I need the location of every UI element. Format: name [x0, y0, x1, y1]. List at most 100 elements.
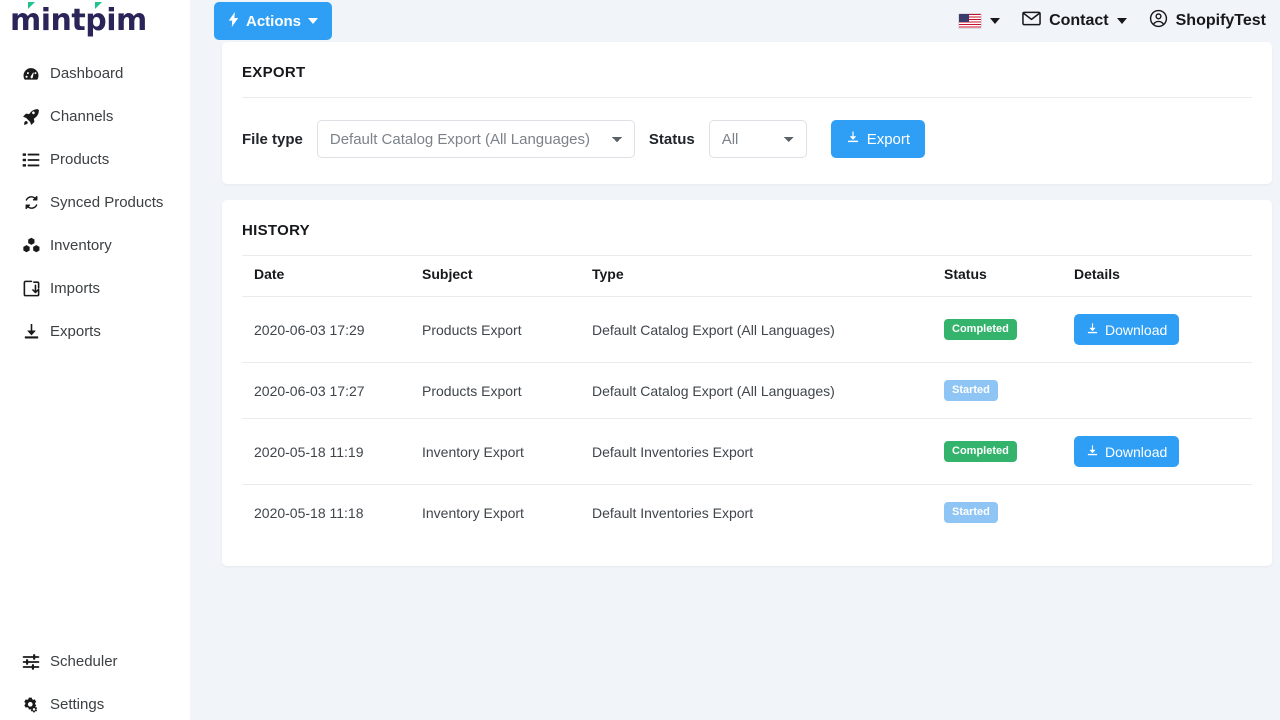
- download-button[interactable]: Download: [1074, 436, 1179, 467]
- user-circle-icon: [1149, 9, 1168, 33]
- sidebar-item-label: Settings: [50, 696, 104, 713]
- sidebar-nav: Dashboard Channels: [0, 52, 190, 353]
- download-button-label: Download: [1105, 444, 1167, 460]
- column-header-status: Status: [944, 256, 1074, 297]
- cell-details: Download: [1074, 419, 1252, 485]
- download-button-label: Download: [1105, 322, 1167, 338]
- sidebar-item-channels[interactable]: Channels: [0, 95, 190, 138]
- file-type-select[interactable]: Default Catalog Export (All Languages)De…: [317, 120, 635, 158]
- table-row: 2020-05-18 11:19Inventory ExportDefault …: [242, 419, 1252, 485]
- status-badge: Completed: [944, 319, 1017, 340]
- history-table-head: Date Subject Type Status Details: [242, 256, 1252, 297]
- cell-subject: Inventory Export: [422, 485, 592, 541]
- chevron-down-icon: [1117, 18, 1127, 24]
- column-header-details: Details: [1074, 256, 1252, 297]
- status-badge: Started: [944, 502, 998, 523]
- cell-subject: Products Export: [422, 363, 592, 419]
- export-card-title: EXPORT: [222, 42, 1272, 97]
- content-area: EXPORT File type Default Catalog Export …: [190, 42, 1280, 566]
- cell-date: 2020-06-03 17:27: [242, 363, 422, 419]
- language-selector[interactable]: [958, 13, 1000, 29]
- rocket-icon: [18, 107, 44, 127]
- cell-subject: Products Export: [422, 297, 592, 363]
- cell-details: [1074, 485, 1252, 541]
- cell-date: 2020-06-03 17:29: [242, 297, 422, 363]
- status-select[interactable]: AllCompletedStarted: [709, 120, 807, 158]
- history-card: HISTORY Date Subject Type Status Details: [222, 200, 1272, 566]
- sidebar-item-inventory[interactable]: Inventory: [0, 224, 190, 267]
- envelope-icon: [1022, 11, 1041, 31]
- export-form: File type Default Catalog Export (All La…: [222, 98, 1272, 184]
- download-icon: [18, 322, 44, 341]
- sidebar-item-label: Dashboard: [50, 65, 123, 82]
- brand-logo-text: mintpim: [10, 6, 147, 36]
- table-row: 2020-05-18 11:18Inventory ExportDefault …: [242, 485, 1252, 541]
- cell-type: Default Inventories Export: [592, 419, 944, 485]
- sidebar-item-label: Synced Products: [50, 194, 163, 211]
- history-table-wrapper: Date Subject Type Status Details 2020-06…: [222, 256, 1272, 566]
- cell-details: [1074, 363, 1252, 419]
- cell-status: Started: [944, 485, 1074, 541]
- export-button[interactable]: Export: [831, 120, 925, 158]
- sidebar-bottom-nav: Scheduler Settings: [0, 640, 190, 720]
- list-icon: [18, 150, 44, 170]
- brand-logo[interactable]: mintpim: [0, 0, 190, 42]
- cell-type: Default Catalog Export (All Languages): [592, 363, 944, 419]
- sidebar-item-label: Inventory: [50, 237, 112, 254]
- cell-status: Completed: [944, 297, 1074, 363]
- sidebar-item-label: Products: [50, 151, 109, 168]
- sidebar-item-label: Scheduler: [50, 653, 118, 670]
- sidebar-item-imports[interactable]: Imports: [0, 267, 190, 310]
- user-menu-label: ShopifyTest: [1176, 12, 1266, 30]
- topbar-right-group: Contact ShopifyTest: [958, 9, 1270, 33]
- chevron-down-icon: [990, 18, 1000, 24]
- sidebar-item-exports[interactable]: Exports: [0, 310, 190, 353]
- sidebar-item-dashboard[interactable]: Dashboard: [0, 52, 190, 95]
- column-header-subject: Subject: [422, 256, 592, 297]
- status-badge: Completed: [944, 441, 1017, 462]
- cell-type: Default Inventories Export: [592, 485, 944, 541]
- us-flag-icon: [958, 13, 982, 29]
- cell-subject: Inventory Export: [422, 419, 592, 485]
- download-icon: [1086, 444, 1099, 460]
- sidebar-item-products[interactable]: Products: [0, 138, 190, 181]
- gears-icon: [18, 695, 44, 715]
- export-card: EXPORT File type Default Catalog Export …: [222, 42, 1272, 184]
- actions-button-label: Actions: [246, 13, 301, 30]
- sidebar-item-label: Exports: [50, 323, 101, 340]
- logo-accent-triangle-icon: [95, 2, 102, 9]
- sidebar-item-label: Channels: [50, 108, 113, 125]
- download-button[interactable]: Download: [1074, 314, 1179, 345]
- bolt-icon: [228, 12, 239, 30]
- app-root: mintpim Dashboard Channels: [0, 0, 1280, 720]
- dashboard-icon: [18, 64, 44, 84]
- logo-accent-triangle-icon: [28, 2, 35, 9]
- file-type-label: File type: [242, 131, 303, 148]
- sync-icon: [18, 193, 44, 212]
- topbar: Actions Contact: [190, 0, 1280, 42]
- column-header-type: Type: [592, 256, 944, 297]
- sliders-icon: [18, 652, 44, 672]
- history-table: Date Subject Type Status Details 2020-06…: [242, 256, 1252, 540]
- sidebar-item-label: Imports: [50, 280, 100, 297]
- download-icon: [1086, 322, 1099, 338]
- sidebar-item-scheduler[interactable]: Scheduler: [0, 640, 190, 683]
- boxes-icon: [18, 235, 44, 256]
- history-card-title: HISTORY: [222, 200, 1272, 255]
- cell-details: Download: [1074, 297, 1252, 363]
- contact-menu[interactable]: Contact: [1022, 11, 1127, 31]
- table-row: 2020-06-03 17:27Products ExportDefault C…: [242, 363, 1252, 419]
- export-button-label: Export: [867, 131, 910, 148]
- status-badge: Started: [944, 380, 998, 401]
- column-header-date: Date: [242, 256, 422, 297]
- history-table-body: 2020-06-03 17:29Products ExportDefault C…: [242, 297, 1252, 541]
- actions-button[interactable]: Actions: [214, 2, 332, 40]
- sidebar-item-settings[interactable]: Settings: [0, 683, 190, 720]
- status-label: Status: [649, 131, 695, 148]
- sidebar-item-synced-products[interactable]: Synced Products: [0, 181, 190, 224]
- download-icon: [846, 130, 860, 148]
- cell-date: 2020-05-18 11:19: [242, 419, 422, 485]
- user-menu[interactable]: ShopifyTest: [1149, 9, 1266, 33]
- main-content: Actions Contact: [190, 0, 1280, 720]
- cell-status: Completed: [944, 419, 1074, 485]
